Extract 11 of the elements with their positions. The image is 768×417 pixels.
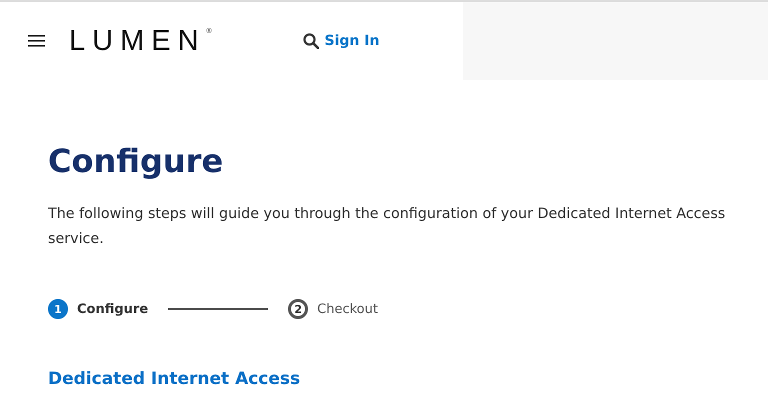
sign-in-link[interactable]: Sign In	[302, 33, 380, 49]
search-icon	[302, 33, 319, 49]
section-title: Dedicated Internet Access	[48, 369, 302, 389]
step-label: Configure	[77, 302, 148, 316]
step-number: 1	[48, 299, 68, 319]
page-title: Configure	[48, 142, 224, 180]
logo[interactable]: LUMEN	[69, 24, 206, 58]
intro-text: The following steps will guide you through the configuration of your Dedicated Internet Access service.	[48, 205, 726, 249]
step-number: 2	[288, 299, 308, 319]
menu-icon[interactable]	[28, 35, 45, 47]
step-label: Checkout	[317, 302, 378, 316]
